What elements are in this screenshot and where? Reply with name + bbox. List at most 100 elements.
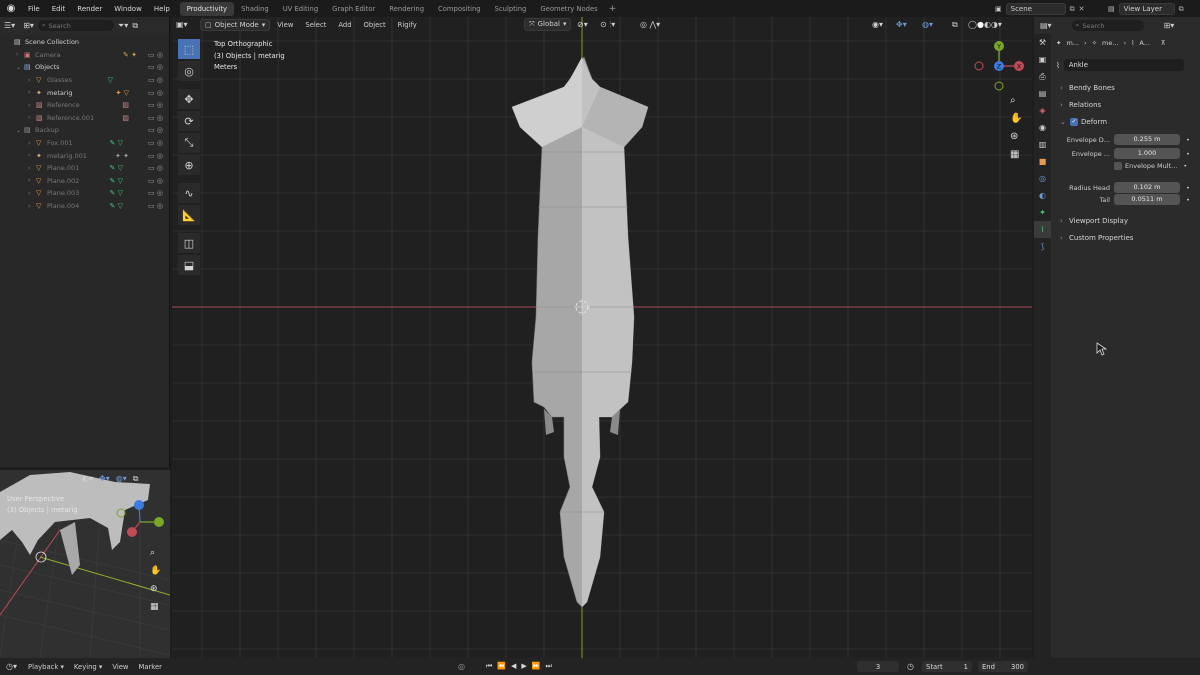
stopwatch-icon[interactable]: ◷ xyxy=(907,662,914,671)
radius-tail-field[interactable]: 0.0511 m xyxy=(1114,194,1180,205)
physics-tab-icon[interactable]: ◐ xyxy=(1034,187,1051,204)
view-layer-selector[interactable]: View Layer xyxy=(1118,3,1175,15)
deform-checkbox[interactable]: ✓ xyxy=(1070,117,1078,126)
bone-name-field[interactable]: Ankle xyxy=(1063,59,1184,71)
visibility-icons[interactable]: ▭ ◎ xyxy=(148,126,163,134)
envelope-distance-field[interactable]: 0.255 m xyxy=(1114,134,1180,145)
expand-arrow-icon[interactable]: › xyxy=(28,177,36,184)
object-tab-icon[interactable]: ■ xyxy=(1034,153,1051,170)
deform-panel[interactable]: ⌄ ✓ Deform xyxy=(1060,113,1107,130)
start-frame-field[interactable]: Start 1 xyxy=(922,661,972,672)
play-icon[interactable]: ▶ xyxy=(521,662,526,671)
tab-shading[interactable]: Shading xyxy=(234,2,276,16)
mini-viewport[interactable]: ◐▾ ✥▾ ◍▾ ⧉ User Perspective (3) Objects … xyxy=(0,470,170,658)
jump-prev-keyframe-icon[interactable]: ⏪ xyxy=(497,662,506,671)
menu-rigify[interactable]: Rigify xyxy=(393,20,422,30)
overlay-toggle-icon[interactable]: ◍▾ xyxy=(116,474,127,484)
pan-hand-icon[interactable]: ✋ xyxy=(1010,113,1022,124)
new-collection-icon[interactable]: ⧉ xyxy=(132,21,138,31)
visibility-icons[interactable]: ▭ ◎ xyxy=(148,63,163,71)
gizmo-toggle-icon[interactable]: ✥▾ xyxy=(99,474,110,484)
pivot-point-icon[interactable]: ⊘▾ xyxy=(577,20,588,29)
jump-next-keyframe-icon[interactable]: ⏩ xyxy=(532,662,541,671)
select-box-tool[interactable]: ⬚ xyxy=(178,39,200,59)
outliner-search-input[interactable]: ⌕ Search xyxy=(37,20,114,31)
main-viewport[interactable]: ▣▾ ▢ Object Mode ▾ View Select Add Objec… xyxy=(172,17,1032,658)
shading-mode-icon[interactable]: ◐▾ xyxy=(82,474,93,484)
tab-sculpting[interactable]: Sculpting xyxy=(488,2,534,16)
blender-logo-icon[interactable]: ◉ xyxy=(0,3,22,14)
menu-render[interactable]: Render xyxy=(71,5,108,13)
list-item[interactable]: › ✦ metarig.001 ✦ ✦ ▭ ◎ xyxy=(0,149,169,162)
measure-tool[interactable]: 📐 xyxy=(178,205,200,225)
list-item[interactable]: › ▽ Plane.004 ✎ ▽ ▭ ◎ xyxy=(0,200,169,213)
menu-file[interactable]: File xyxy=(22,5,46,13)
end-frame-field[interactable]: End 300 xyxy=(978,661,1028,672)
scene-icon[interactable]: ▣ xyxy=(995,5,1002,13)
armature-data-tab-icon[interactable]: ✦ xyxy=(1034,204,1051,221)
shading-mode-icons[interactable]: ◯●◐◑▾ xyxy=(968,20,1002,29)
menu-select[interactable]: Select xyxy=(300,20,331,30)
camera-view-icon[interactable]: ⊛ xyxy=(150,584,161,594)
camera-view-icon[interactable]: ⊛ xyxy=(1010,131,1022,142)
visibility-icons[interactable]: ▭ ◎ xyxy=(148,202,163,210)
keyframe-dot-icon[interactable]: • xyxy=(1183,162,1187,170)
zoom-icon[interactable]: ⌕ xyxy=(150,548,161,558)
list-item[interactable]: › ▽ Plane.002 ✎ ▽ ▭ ◎ xyxy=(0,175,169,188)
jump-end-icon[interactable]: ⏭ xyxy=(546,662,552,671)
render-tab-icon[interactable]: ▣ xyxy=(1034,51,1051,68)
editor-type-icon[interactable]: ◷▾ xyxy=(0,662,23,671)
scene-collection-row[interactable]: ▤ Scene Collection xyxy=(0,36,169,49)
move-tool[interactable]: ✥ xyxy=(178,89,200,109)
visibility-icons[interactable]: ▭ ◎ xyxy=(148,114,163,122)
add-workspace-icon[interactable]: + xyxy=(605,4,621,14)
expand-arrow-icon[interactable]: › xyxy=(28,114,36,121)
radius-head-field[interactable]: 0.102 m xyxy=(1114,182,1180,193)
list-item[interactable]: › ▽ Plane.003 ✎ ▽ ▭ ◎ xyxy=(0,187,169,200)
overlay-toggle-icon[interactable]: ◍▾ xyxy=(922,20,933,29)
list-item[interactable]: ⌄ ▤ Backup ▭ ◎ xyxy=(0,124,169,137)
options-icon[interactable]: ⊞▾ xyxy=(1164,21,1175,30)
new-view-layer-icon[interactable]: ⧉ xyxy=(1179,5,1184,14)
list-item[interactable]: › ▨ Reference.001 ▨ ▭ ◎ xyxy=(0,112,169,125)
transform-orientation-selector[interactable]: ⤧ Global ▾ xyxy=(524,18,572,31)
menu-marker[interactable]: Marker xyxy=(133,663,167,671)
keyframe-dot-icon[interactable]: • xyxy=(1186,136,1190,144)
tool-tab-icon[interactable]: ⚒ xyxy=(1034,34,1051,51)
expand-arrow-icon[interactable]: › xyxy=(16,51,24,58)
bone-constraint-tab-icon[interactable]: ⟆ xyxy=(1034,238,1051,255)
list-item[interactable]: › ▨ Reference ▨ ▭ ◎ xyxy=(0,99,169,112)
properties-search-input[interactable]: ⌕ Search xyxy=(1071,20,1144,31)
expand-arrow-icon[interactable]: › xyxy=(28,102,36,109)
world-tab-icon[interactable]: ◉ xyxy=(1034,119,1051,136)
object-mode-selector[interactable]: ▢ Object Mode ▾ xyxy=(200,18,271,31)
visibility-icons[interactable]: ▭ ◎ xyxy=(148,164,163,172)
tab-graph-editor[interactable]: Graph Editor xyxy=(325,2,382,16)
pan-hand-icon[interactable]: ✋ xyxy=(150,566,161,576)
list-item[interactable]: › ▽ Plane.001 ✎ ▽ ▭ ◎ xyxy=(0,162,169,175)
transform-tool[interactable]: ⊕ xyxy=(178,155,200,175)
menu-view[interactable]: View xyxy=(272,20,298,30)
editor-type-icon[interactable]: ☰▾ xyxy=(4,21,15,30)
annotate-tool[interactable]: ∿ xyxy=(178,183,200,203)
envelope-multiply-checkbox[interactable] xyxy=(1114,162,1122,170)
expand-arrow-icon[interactable]: › xyxy=(28,140,36,147)
gizmo-toggle-icon[interactable]: ✥▾ xyxy=(896,20,907,29)
cursor-tool[interactable]: ◎ xyxy=(178,61,200,81)
scene-tab-icon[interactable]: ◈ xyxy=(1034,102,1051,119)
menu-help[interactable]: Help xyxy=(148,5,176,13)
visibility-icons[interactable]: ▭ ◎ xyxy=(148,101,163,109)
menu-view[interactable]: View xyxy=(107,663,133,671)
menu-window[interactable]: Window xyxy=(108,5,148,13)
visibility-icons[interactable]: ▭ ◎ xyxy=(148,189,163,197)
visibility-icons[interactable]: ▭ ◎ xyxy=(148,177,163,185)
visibility-icons[interactable]: ▭ ◎ xyxy=(148,152,163,160)
perspective-grid-icon[interactable]: ▦ xyxy=(1010,149,1022,160)
expand-arrow-icon[interactable]: › xyxy=(28,89,36,96)
viewport-display-panel[interactable]: › Viewport Display xyxy=(1060,212,1128,229)
current-frame-field[interactable]: 3 xyxy=(857,661,899,672)
keyframe-dot-icon[interactable]: • xyxy=(1186,196,1190,204)
keyframe-dot-icon[interactable]: • xyxy=(1186,184,1190,192)
new-scene-icon[interactable]: ⧉ xyxy=(1070,5,1075,14)
custom-properties-panel[interactable]: › Custom Properties xyxy=(1060,229,1133,246)
